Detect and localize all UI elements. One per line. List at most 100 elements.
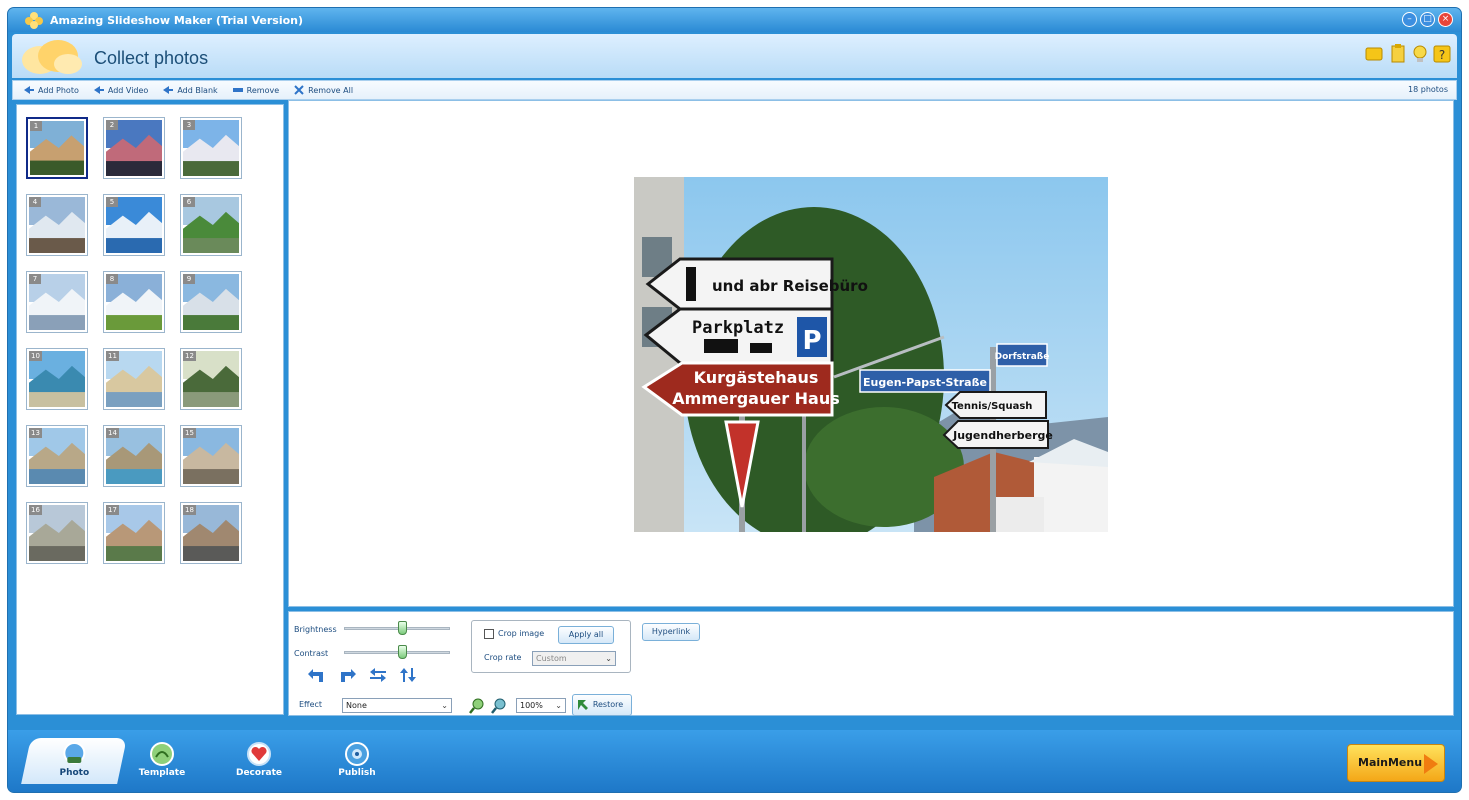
remove-all-button[interactable]: Remove All bbox=[293, 85, 353, 95]
restore-label: Restore bbox=[592, 700, 624, 709]
photos-folder-icon bbox=[22, 40, 82, 74]
app-window: Amazing Slideshow Maker (Trial Version) … bbox=[8, 8, 1461, 792]
thumbnail-number: 10 bbox=[29, 351, 42, 361]
contrast-slider-thumb[interactable] bbox=[398, 645, 408, 659]
photo-count: 18 photos bbox=[1408, 85, 1448, 94]
sign-text-ammergauer: Ammergauer Haus bbox=[672, 389, 840, 408]
tab-decorate[interactable]: Decorate bbox=[211, 738, 307, 784]
remove-all-label: Remove All bbox=[308, 85, 354, 95]
thumbnail-number: 12 bbox=[183, 351, 196, 361]
decorate-tab-icon bbox=[247, 742, 271, 766]
thumbnail-item[interactable]: 17 bbox=[103, 502, 165, 564]
window-title: Amazing Slideshow Maker (Trial Version) bbox=[50, 13, 304, 27]
bottom-nav-bar: Photo Template Decorate Publish MainMenu bbox=[8, 730, 1461, 792]
message-icon[interactable] bbox=[1365, 44, 1383, 64]
thumbnail-item[interactable]: 8 bbox=[103, 271, 165, 333]
rotate-left-icon[interactable] bbox=[307, 668, 325, 684]
thumbnail-item[interactable]: 11 bbox=[103, 348, 165, 410]
main-menu-button[interactable]: MainMenu bbox=[1347, 744, 1445, 782]
zoom-select[interactable]: 100% ⌄ bbox=[516, 698, 566, 713]
minimize-button[interactable]: – bbox=[1402, 12, 1417, 27]
brightness-slider[interactable] bbox=[344, 627, 450, 630]
thumbnail-item[interactable]: 14 bbox=[103, 425, 165, 487]
thumbnail-number: 5 bbox=[106, 197, 118, 207]
effect-select[interactable]: None ⌄ bbox=[342, 698, 452, 713]
add-blank-icon bbox=[163, 86, 174, 94]
thumbnail-number: 17 bbox=[106, 505, 119, 515]
main-menu-label: MainMenu bbox=[1358, 756, 1423, 769]
thumbnail-item[interactable]: 12 bbox=[180, 348, 242, 410]
preview-photo: und abr Reisebüro Parkplatz P Kurgästeha… bbox=[634, 177, 1108, 532]
thumbnail-item[interactable]: 15 bbox=[180, 425, 242, 487]
remove-button[interactable]: Remove bbox=[232, 85, 279, 95]
thumbnail-number: 8 bbox=[106, 274, 118, 284]
tab-publish-label: Publish bbox=[338, 768, 376, 778]
remove-icon bbox=[232, 88, 243, 92]
thumbnail-item[interactable]: 5 bbox=[103, 194, 165, 256]
crop-rate-select[interactable]: Custom ⌄ bbox=[532, 651, 616, 666]
help-icon[interactable]: ? bbox=[1433, 44, 1451, 64]
crop-rate-value: Custom bbox=[536, 654, 567, 663]
thumbnail-item[interactable]: 6 bbox=[180, 194, 242, 256]
sign-text-dorfstrasse: Dorfstraße bbox=[995, 352, 1050, 362]
close-button[interactable]: × bbox=[1438, 12, 1453, 27]
thumbnail-number: 9 bbox=[183, 274, 195, 284]
contrast-label: Contrast bbox=[294, 649, 329, 658]
brightness-slider-thumb[interactable] bbox=[398, 621, 408, 635]
photo-tab-icon bbox=[63, 742, 86, 764]
thumbnail-item[interactable]: 4 bbox=[26, 194, 88, 256]
thumbnail-number: 2 bbox=[106, 120, 118, 130]
add-photo-button[interactable]: Add Photo bbox=[23, 85, 79, 95]
thumbnail-item[interactable]: 18 bbox=[180, 502, 242, 564]
thumbnail-item[interactable]: 7 bbox=[26, 271, 88, 333]
thumbnail-item[interactable]: 16 bbox=[26, 502, 88, 564]
template-tab-icon bbox=[150, 742, 174, 766]
rotate-right-icon[interactable] bbox=[339, 668, 357, 684]
thumbnail-item[interactable]: 13 bbox=[26, 425, 88, 487]
sign-text-jugendherberge: Jugendherberge bbox=[952, 429, 1053, 442]
add-video-icon bbox=[93, 86, 104, 94]
thumbnail-item[interactable]: 1 bbox=[26, 117, 88, 179]
add-video-button[interactable]: Add Video bbox=[93, 85, 148, 95]
thumbnail-number: 1 bbox=[30, 121, 42, 131]
thumbnail-number: 4 bbox=[29, 197, 41, 207]
tab-template-label: Template bbox=[138, 768, 186, 778]
hyperlink-button[interactable]: Hyperlink bbox=[642, 623, 700, 641]
thumbnail-number: 6 bbox=[183, 197, 195, 207]
crop-rate-label: Crop rate bbox=[484, 653, 522, 662]
thumbnail-item[interactable]: 3 bbox=[180, 117, 242, 179]
thumbnail-item[interactable]: 2 bbox=[103, 117, 165, 179]
thumbnail-panel[interactable]: 1 2 3 4 5 6 7 8 9 10 11 12 13 14 15 16 17 18 bbox=[16, 104, 284, 715]
zoom-in-icon[interactable] bbox=[469, 698, 485, 714]
maximize-button[interactable]: □ bbox=[1420, 12, 1435, 27]
bulb-icon[interactable] bbox=[1411, 44, 1429, 64]
zoom-out-icon[interactable] bbox=[491, 698, 507, 714]
thumbnail-number: 11 bbox=[106, 351, 119, 361]
tab-template[interactable]: Template bbox=[114, 738, 210, 784]
zoom-value: 100% bbox=[520, 701, 543, 710]
restore-button[interactable]: Restore bbox=[572, 694, 632, 716]
thumbnail-item[interactable]: 9 bbox=[180, 271, 242, 333]
crop-image-checkbox[interactable] bbox=[484, 629, 494, 639]
effect-select-value: None bbox=[346, 701, 367, 710]
note-icon[interactable] bbox=[1389, 44, 1407, 64]
sign-text-reisebuero: und abr Reisebüro bbox=[712, 277, 868, 295]
flip-horizontal-icon[interactable] bbox=[369, 667, 387, 683]
thumbnail-item[interactable]: 10 bbox=[26, 348, 88, 410]
tab-photo[interactable]: Photo bbox=[21, 738, 127, 784]
contrast-slider[interactable] bbox=[344, 651, 450, 654]
thumbnail-number: 16 bbox=[29, 505, 42, 515]
sign-text-eugen-papst: Eugen-Papst-Straße bbox=[863, 376, 987, 389]
crop-image-label: Crop image bbox=[498, 629, 545, 638]
add-photo-icon bbox=[24, 86, 34, 94]
apply-all-button[interactable]: Apply all bbox=[558, 626, 614, 644]
add-blank-button[interactable]: Add Blank bbox=[162, 85, 218, 95]
tab-publish[interactable]: Publish bbox=[309, 738, 405, 784]
photo-edit-controls: Brightness Contrast Effect None ⌄ Crop i… bbox=[288, 611, 1454, 716]
publish-tab-icon bbox=[345, 742, 369, 766]
remove-label: Remove bbox=[246, 85, 280, 95]
photo-toolbar: Add Photo Add Video Add Blank Remove Rem… bbox=[12, 80, 1457, 100]
flip-vertical-icon[interactable] bbox=[399, 667, 417, 683]
brightness-label: Brightness bbox=[294, 625, 337, 634]
sign-text-parking-p: P bbox=[802, 326, 821, 356]
